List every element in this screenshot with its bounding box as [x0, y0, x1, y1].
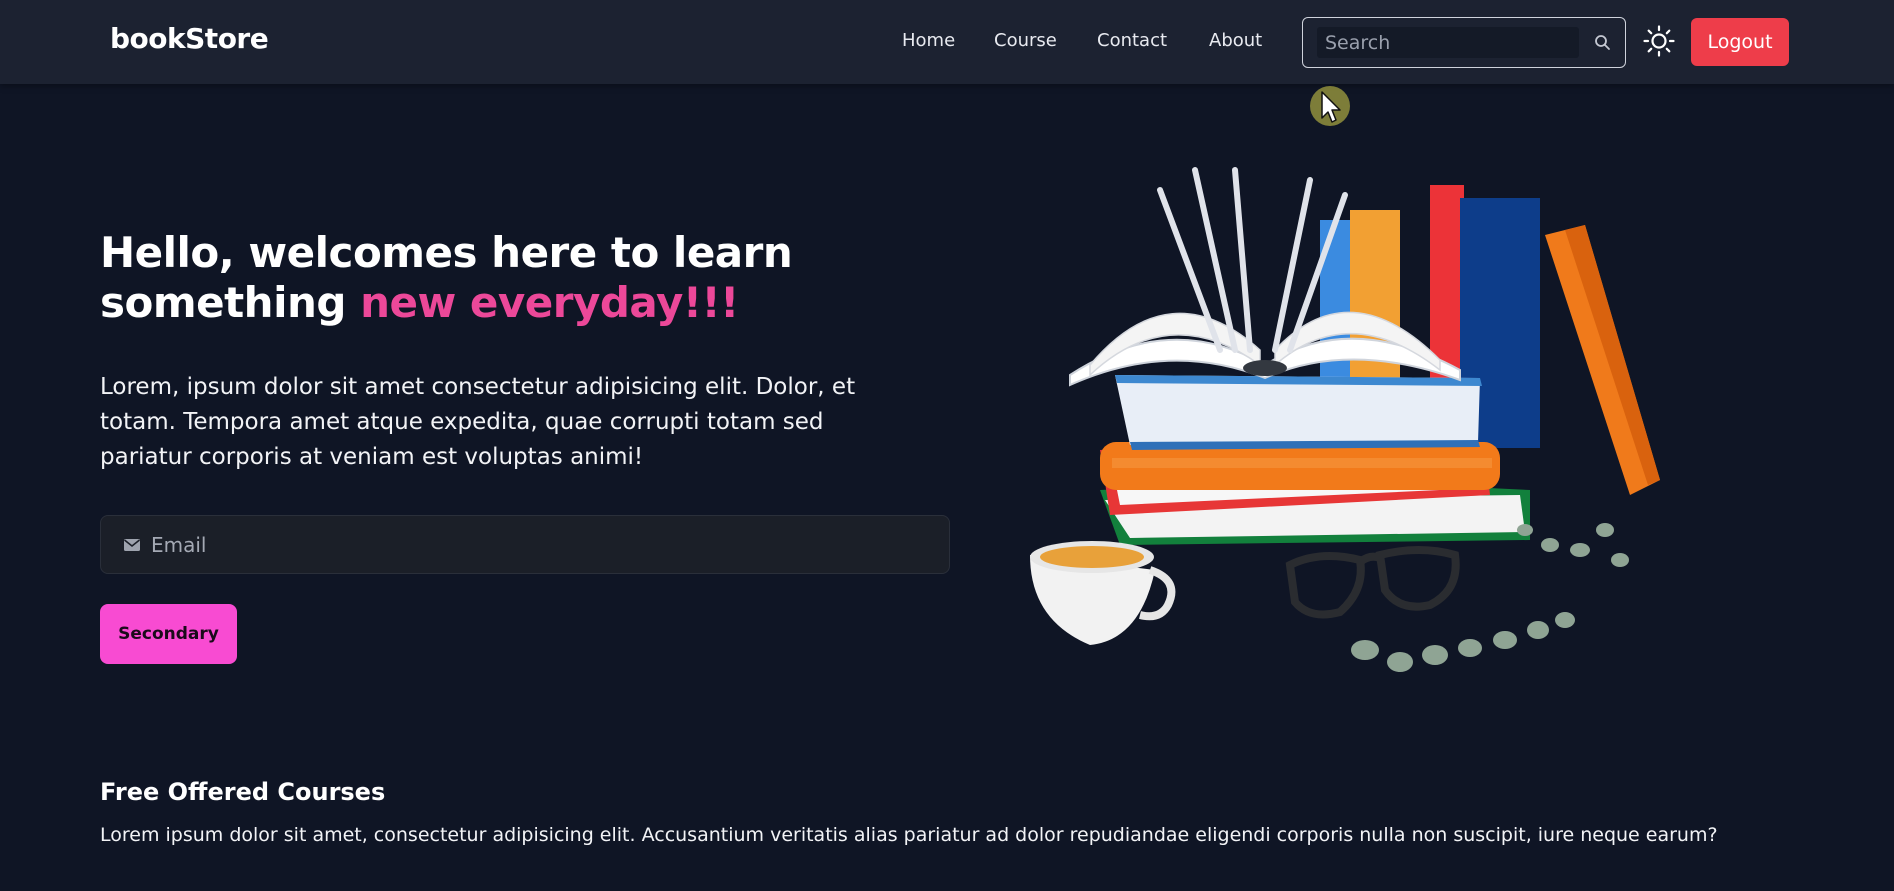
logo[interactable]: bookStore — [110, 22, 269, 55]
search-input[interactable] — [1317, 27, 1579, 58]
mail-icon — [123, 537, 141, 553]
nav-link-home[interactable]: Home — [902, 30, 955, 51]
secondary-button[interactable]: Secondary — [100, 604, 237, 664]
email-field-wrapper — [100, 515, 950, 574]
hero-title-accent: new everyday!!! — [360, 278, 739, 327]
hero-description: Lorem, ipsum dolor sit amet consectetur … — [100, 374, 856, 470]
email-field[interactable] — [151, 528, 911, 562]
nav-link-course[interactable]: Course — [994, 30, 1057, 51]
navbar: bookStore Home Course Contact About Sear… — [0, 0, 1894, 84]
sun-icon[interactable] — [1642, 24, 1676, 58]
mouse-cursor-icon — [1302, 82, 1358, 138]
courses-title: Free Offered Courses — [100, 778, 386, 806]
logout-button[interactable]: Logout — [1691, 18, 1789, 66]
search-box — [1302, 17, 1626, 68]
hero-illustration — [1020, 150, 1680, 710]
courses-description: Lorem ipsum dolor sit amet, consectetur … — [100, 824, 1718, 846]
hero-title: Hello, welcomes here to learn something … — [100, 228, 920, 328]
search-icon[interactable] — [1593, 33, 1613, 53]
nav-link-contact[interactable]: Contact — [1097, 30, 1167, 51]
nav-link-about[interactable]: About — [1209, 30, 1262, 51]
